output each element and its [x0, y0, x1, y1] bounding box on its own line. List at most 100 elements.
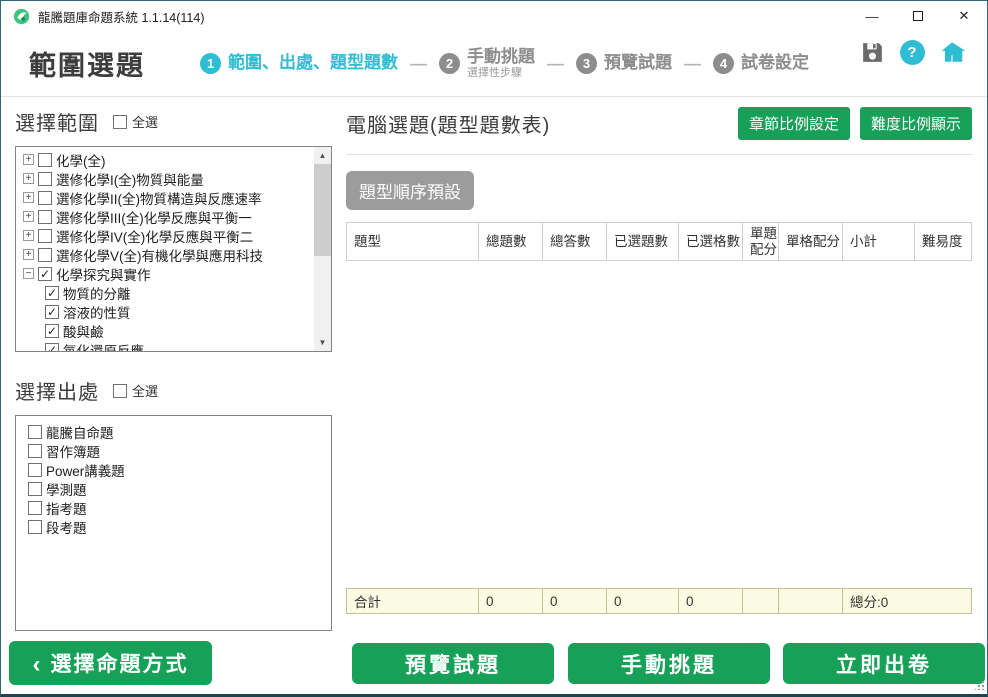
expand-icon[interactable]: + [23, 211, 34, 222]
help-icon: ? [900, 40, 925, 65]
checkbox[interactable] [28, 482, 42, 496]
maximize-icon [913, 11, 923, 21]
difficulty-ratio-button[interactable]: 難度比例顯示 [860, 107, 972, 140]
source-select-all-checkbox[interactable] [113, 384, 127, 398]
source-select-all-label: 全選 [132, 381, 158, 400]
source-item[interactable]: 習作簿題 [28, 441, 331, 460]
expand-icon[interactable]: + [23, 173, 34, 184]
total-row-label: 合計 [347, 589, 479, 613]
close-button[interactable]: ✕ [941, 1, 987, 31]
table-header-row: 題型總題數總答數已選題數已選格數單題配分單格配分小計難易度 [346, 222, 972, 261]
home-icon [939, 39, 965, 65]
tree-item[interactable]: −化學探究與實作 [19, 264, 331, 283]
checkbox[interactable] [45, 305, 59, 319]
tree-item[interactable]: +選修化學II(全)物質構造與反應速率 [19, 188, 331, 207]
checkbox[interactable] [38, 191, 52, 205]
resize-grip[interactable] [975, 681, 984, 690]
titlebar: 龍騰題庫命題系統 1.1.14(114) — ✕ [1, 1, 987, 31]
step-label: 預覽試題 [604, 54, 672, 73]
source-item[interactable]: Power講義題 [28, 460, 331, 479]
preview-questions-button[interactable]: 預覽試題 [352, 643, 554, 684]
divider [346, 154, 972, 155]
total-cell [743, 589, 779, 613]
column-header: 已選題數 [607, 223, 679, 260]
column-header: 題型 [347, 223, 479, 260]
scroll-up-icon[interactable]: ▲ [314, 147, 331, 164]
column-header: 總題數 [479, 223, 543, 260]
total-cell [779, 589, 843, 613]
save-icon [860, 40, 885, 65]
expand-icon[interactable]: + [23, 230, 34, 241]
manual-pick-button[interactable]: 手動挑題 [568, 643, 770, 684]
tree-item[interactable]: 溶液的性質 [19, 302, 331, 321]
tree-item[interactable]: 酸與鹼 [19, 321, 331, 340]
checkbox[interactable] [38, 210, 52, 224]
chapter-ratio-button[interactable]: 章節比例設定 [738, 107, 850, 140]
checkbox[interactable] [45, 286, 59, 300]
expand-icon[interactable]: + [23, 192, 34, 203]
question-type-order-preset-button[interactable]: 題型順序預設 [346, 171, 474, 210]
collapse-icon[interactable]: − [23, 268, 34, 279]
scrollbar-thumb[interactable] [314, 164, 331, 256]
column-header: 難易度 [915, 223, 970, 260]
checkbox[interactable] [38, 153, 52, 167]
save-button[interactable] [859, 39, 885, 65]
range-select-all[interactable]: 全選 [113, 112, 158, 131]
checkbox[interactable] [28, 501, 42, 515]
checkbox[interactable] [45, 324, 59, 338]
tree-item-label: 氧化還原反應 [63, 340, 144, 353]
column-header: 單題配分 [743, 223, 779, 260]
wizard-step-4: 4試卷設定 [713, 53, 809, 74]
maximize-button[interactable] [895, 1, 941, 31]
scroll-down-icon[interactable]: ▼ [314, 334, 331, 351]
step-number-badge: 1 [200, 53, 221, 74]
help-button[interactable]: ? [899, 39, 925, 65]
checkbox[interactable] [28, 463, 42, 477]
column-header: 單格配分 [779, 223, 843, 260]
minimize-button[interactable]: — [849, 1, 895, 31]
checkbox[interactable] [28, 444, 42, 458]
source-select-all[interactable]: 全選 [113, 381, 158, 400]
step-label: 範圍、出處、題型題數 [228, 54, 398, 73]
wizard-step-1: 1 範圍、出處、題型題數 [200, 53, 398, 74]
checkbox[interactable] [38, 229, 52, 243]
tree-item[interactable]: 氧化還原反應 [19, 340, 331, 352]
source-item-label: 習作簿題 [46, 441, 100, 461]
chevron-left-icon: ‹ [33, 651, 43, 678]
checkbox[interactable] [38, 172, 52, 186]
source-section-title: 選擇出處 [15, 376, 99, 405]
range-tree-scrollbar[interactable]: ▲ ▼ [314, 147, 331, 351]
expand-icon[interactable]: + [23, 249, 34, 260]
source-item[interactable]: 指考題 [28, 498, 331, 517]
checkbox[interactable] [28, 520, 42, 534]
tree-item[interactable]: + 選修化學IV(全)化學反應與平衡二 [19, 226, 331, 245]
tree-item-label: 化學(全) [56, 150, 106, 170]
checkbox[interactable] [38, 248, 52, 262]
source-item-label: 指考題 [46, 498, 87, 518]
tree-item[interactable]: 物質的分離 [19, 283, 331, 302]
source-item[interactable]: 段考題 [28, 517, 331, 536]
step-number-badge: 4 [713, 53, 734, 74]
tree-item-label: 溶液的性質 [63, 302, 131, 322]
wizard-steps: 1範圍、出處、題型題數—2手動挑題選擇性步驟—3預覽試題—4試卷設定 [200, 48, 809, 79]
source-item-label: 學測題 [46, 479, 87, 499]
checkbox[interactable] [45, 343, 59, 353]
generate-paper-button[interactable]: 立即出卷 [783, 643, 985, 684]
tree-item[interactable]: +選修化學V(全)有機化學與應用科技 [19, 245, 331, 264]
source-item-label: 段考題 [46, 517, 87, 537]
checkbox[interactable] [38, 267, 52, 281]
range-select-all-checkbox[interactable] [113, 115, 127, 129]
home-button[interactable] [939, 39, 965, 65]
checkbox[interactable] [28, 425, 42, 439]
back-to-method-button[interactable]: ‹選擇命題方式 [9, 641, 212, 685]
panel-title: 電腦選題(題型題數表) [346, 109, 550, 138]
tree-item[interactable]: +選修化學III(全)化學反應與平衡一 [19, 207, 331, 226]
tree-item-label: 選修化學I(全)物質與能量 [56, 169, 204, 189]
range-section-title: 選擇範圍 [15, 107, 99, 136]
source-item[interactable]: 學測題 [28, 479, 331, 498]
tree-item-label: 選修化學IV(全)化學反應與平衡二 [56, 226, 253, 246]
expand-icon[interactable]: + [23, 154, 34, 165]
tree-item[interactable]: + 化學(全) [19, 150, 331, 169]
tree-item[interactable]: + 選修化學I(全)物質與能量 [19, 169, 331, 188]
source-item[interactable]: 龍騰自命題 [28, 422, 331, 441]
